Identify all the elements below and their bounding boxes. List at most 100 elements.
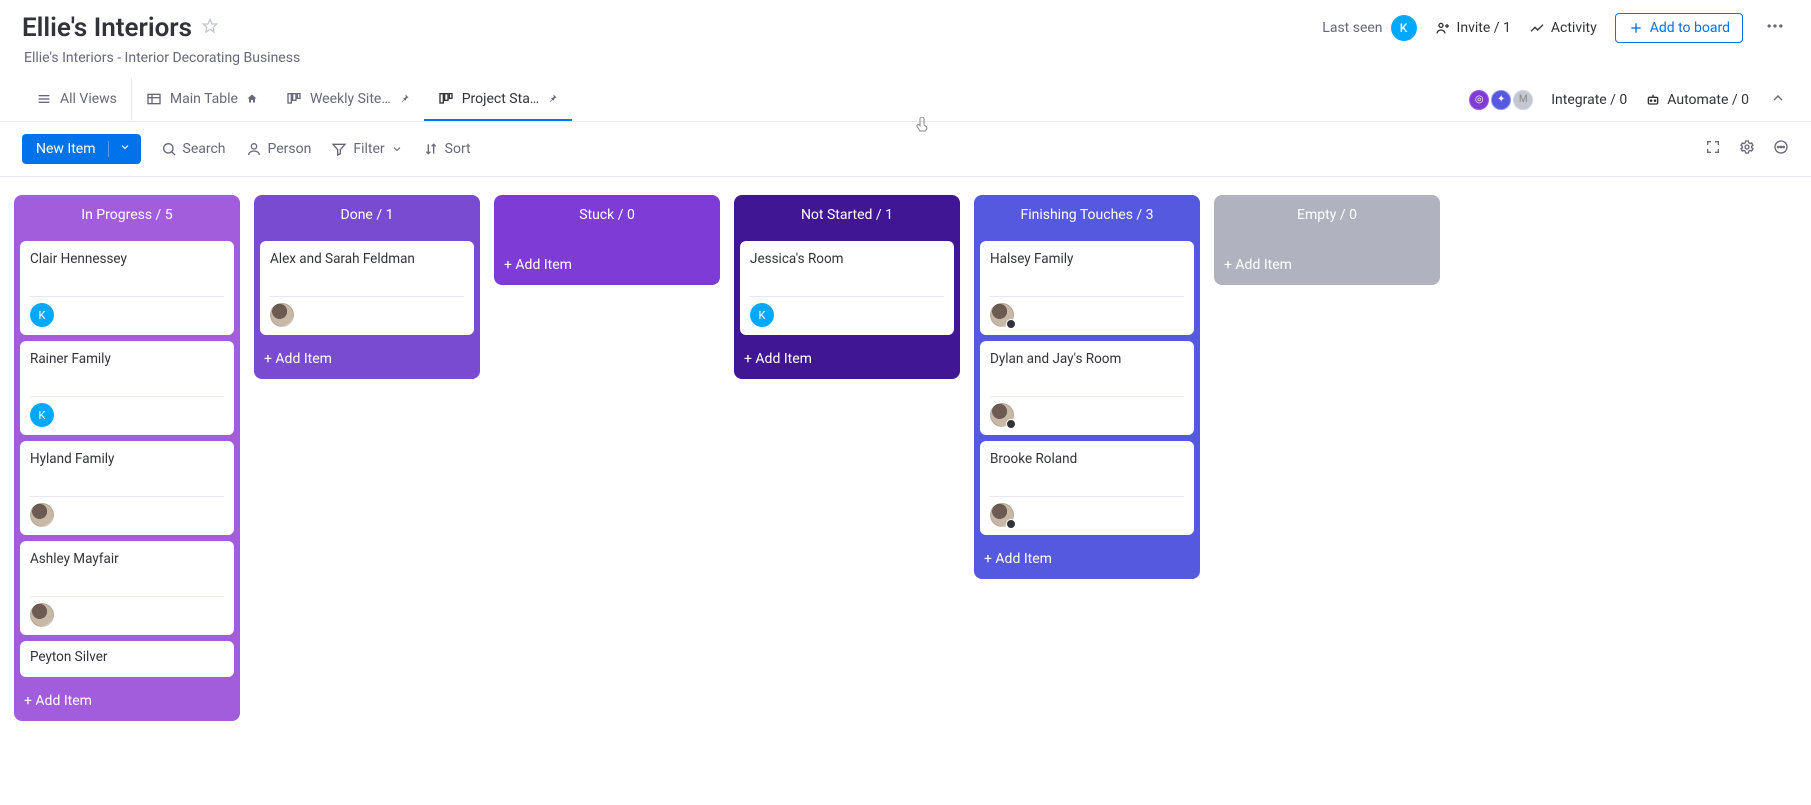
robot-icon	[1645, 92, 1661, 108]
kanban-column: Stuck / 0 + Add Item	[494, 195, 720, 285]
add-item-button[interactable]: + Add Item	[254, 343, 480, 379]
kanban-card[interactable]: Halsey Family	[980, 241, 1194, 335]
chevron-up-icon	[1770, 90, 1786, 106]
assignee-avatar[interactable]	[270, 303, 294, 327]
card-footer: K	[30, 296, 224, 327]
integration-app-icons[interactable]: ◎✦M	[1469, 90, 1533, 110]
kanban-card[interactable]: Jessica's Room K	[740, 241, 954, 335]
assignee-avatar[interactable]	[30, 503, 54, 527]
column-header[interactable]: Empty / 0	[1214, 195, 1440, 235]
kanban-column: Not Started / 1 Jessica's Room K + Add Item	[734, 195, 960, 379]
add-to-board-button[interactable]: Add to board	[1615, 13, 1743, 43]
filter-icon	[331, 141, 347, 157]
column-header[interactable]: In Progress / 5	[14, 195, 240, 235]
assignee-avatar[interactable]: K	[30, 303, 54, 327]
kanban-column: In Progress / 5Clair HennesseyKRainer Fa…	[14, 195, 240, 721]
activity-icon	[1529, 20, 1545, 36]
kanban-column: Empty / 0 + Add Item	[1214, 195, 1440, 285]
card-footer	[30, 596, 224, 627]
assignee-avatar[interactable]: K	[30, 403, 54, 427]
card-footer	[990, 496, 1184, 527]
sort-button[interactable]: Sort	[423, 141, 471, 157]
collapse-header-button[interactable]	[1767, 87, 1789, 113]
card-footer	[990, 396, 1184, 427]
pin-icon	[399, 93, 410, 104]
column-header[interactable]: Stuck / 0	[494, 195, 720, 235]
user-avatar: K	[1391, 15, 1417, 41]
automate-button[interactable]: Automate / 0	[1645, 92, 1749, 108]
board-subtitle: Ellie's Interiors - Interior Decorating …	[0, 46, 1811, 78]
tab-project-status[interactable]: Project Sta…	[424, 78, 572, 121]
person-filter-button[interactable]: Person	[246, 141, 312, 157]
avatar-badge-icon	[1006, 419, 1016, 429]
card-title: Jessica's Room	[750, 251, 944, 267]
kanban-column: Finishing Touches / 3 Halsey Family Dylan …	[974, 195, 1200, 579]
invite-button[interactable]: Invite / 1	[1435, 20, 1511, 36]
integrate-button[interactable]: Integrate / 0	[1551, 92, 1627, 108]
kanban-icon	[286, 91, 302, 107]
kanban-card[interactable]: Clair Hennessey K	[20, 241, 234, 335]
card-title: Clair Hennessey	[30, 251, 224, 267]
search-button[interactable]: Search	[161, 141, 226, 157]
column-header[interactable]: Not Started / 1	[734, 195, 960, 235]
assignee-avatar[interactable]	[30, 603, 54, 627]
card-footer: K	[750, 296, 944, 327]
chevron-down-icon	[391, 143, 403, 155]
kanban-card[interactable]: Ashley Mayfair	[20, 541, 234, 635]
settings-button[interactable]	[1739, 139, 1755, 159]
person-icon	[246, 141, 262, 157]
tab-all-views[interactable]: All Views	[22, 78, 132, 121]
filter-button[interactable]: Filter	[331, 141, 402, 157]
card-title: Dylan and Jay's Room	[990, 351, 1184, 367]
kanban-card[interactable]: Dylan and Jay's Room	[980, 341, 1194, 435]
avatar-badge-icon	[1006, 519, 1016, 529]
assignee-avatar[interactable]: K	[750, 303, 774, 327]
home-icon	[246, 93, 258, 105]
card-title: Rainer Family	[30, 351, 224, 367]
pin-icon	[547, 93, 558, 104]
card-title: Hyland Family	[30, 451, 224, 467]
add-item-button[interactable]: + Add Item	[14, 685, 240, 721]
last-seen-label: Last seen	[1322, 20, 1382, 36]
column-header[interactable]: Finishing Touches / 3	[974, 195, 1200, 235]
kanban-card[interactable]: Hyland Family	[20, 441, 234, 535]
gear-icon	[1739, 139, 1755, 155]
search-icon	[161, 141, 177, 157]
assignee-avatar[interactable]	[990, 403, 1014, 427]
card-footer	[990, 296, 1184, 327]
card-title: Brooke Roland	[990, 451, 1184, 467]
expand-icon	[1705, 139, 1721, 155]
card-title: Peyton Silver	[30, 649, 224, 665]
add-item-button[interactable]: + Add Item	[734, 343, 960, 379]
tab-weekly-site[interactable]: Weekly Site…	[272, 78, 424, 121]
add-item-button[interactable]: + Add Item	[1214, 249, 1440, 285]
cursor-icon	[914, 117, 930, 137]
kanban-card[interactable]: Brooke Roland	[980, 441, 1194, 535]
card-footer	[270, 296, 464, 327]
kanban-column: Done / 1 Alex and Sarah Feldman + Add Item	[254, 195, 480, 379]
card-title: Alex and Sarah Feldman	[270, 251, 464, 267]
last-seen[interactable]: Last seen K	[1322, 15, 1416, 41]
more-menu-icon[interactable]	[1761, 12, 1789, 44]
table-icon	[146, 91, 162, 107]
column-header[interactable]: Done / 1	[254, 195, 480, 235]
activity-button[interactable]: Activity	[1529, 20, 1597, 36]
chevron-down-icon[interactable]	[108, 141, 131, 157]
add-item-button[interactable]: + Add Item	[494, 249, 720, 285]
sort-icon	[423, 141, 439, 157]
list-icon	[36, 91, 52, 107]
kanban-card[interactable]: Rainer Family K	[20, 341, 234, 435]
favorite-star-icon[interactable]	[202, 18, 218, 38]
fullscreen-button[interactable]	[1705, 139, 1721, 159]
assignee-avatar[interactable]	[990, 503, 1014, 527]
tab-main-table[interactable]: Main Table	[132, 78, 272, 121]
card-footer: K	[30, 396, 224, 427]
card-title: Ashley Mayfair	[30, 551, 224, 567]
invite-icon	[1435, 20, 1451, 36]
kanban-card[interactable]: Peyton Silver	[20, 641, 234, 677]
kanban-card[interactable]: Alex and Sarah Feldman	[260, 241, 474, 335]
comments-button[interactable]	[1773, 139, 1789, 159]
new-item-button[interactable]: New Item	[22, 134, 141, 164]
add-item-button[interactable]: + Add Item	[974, 543, 1200, 579]
assignee-avatar[interactable]	[990, 303, 1014, 327]
